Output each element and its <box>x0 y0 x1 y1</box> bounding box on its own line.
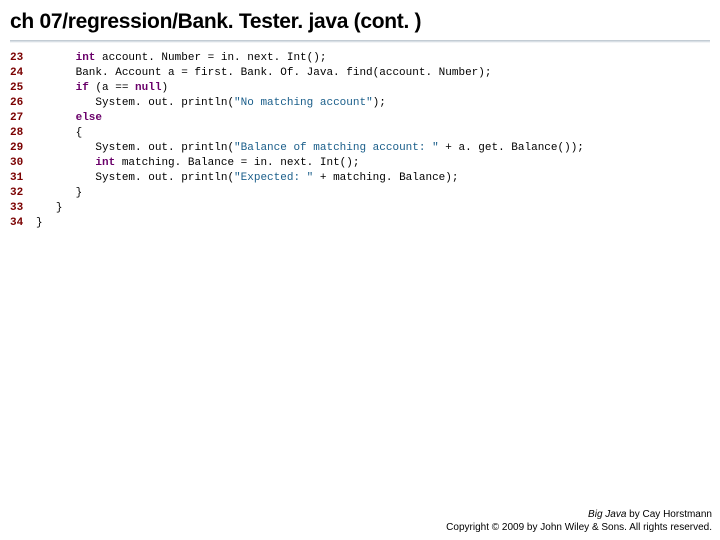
line-number: 34 <box>10 216 36 231</box>
code-line: 26 System. out. println("No matching acc… <box>10 96 710 111</box>
line-number: 26 <box>10 96 36 111</box>
code-text: ); <box>373 97 386 109</box>
keyword: else <box>76 112 102 124</box>
book-title: Big Java <box>588 509 626 520</box>
code-text: matching. Balance = in. next. Int(); <box>115 157 359 169</box>
page-title: ch 07/regression/Bank. Tester. java (con… <box>0 0 720 38</box>
keyword: null <box>135 82 161 94</box>
code-text: } <box>76 187 83 199</box>
string-literal: "Balance of matching account: " <box>234 142 439 154</box>
line-number: 25 <box>10 81 36 96</box>
code-text: (a == <box>89 82 135 94</box>
code-text: + matching. Balance); <box>313 172 458 184</box>
line-number: 31 <box>10 171 36 186</box>
line-number: 27 <box>10 111 36 126</box>
keyword: int <box>76 52 96 64</box>
author: by Cay Horstmann <box>626 509 712 520</box>
code-line: 33 } <box>10 201 710 216</box>
code-line: 24 Bank. Account a = first. Bank. Of. Ja… <box>10 66 710 81</box>
line-number: 29 <box>10 141 36 156</box>
code-line: 30 int matching. Balance = in. next. Int… <box>10 156 710 171</box>
code-line: 23 int account. Number = in. next. Int()… <box>10 51 710 66</box>
code-text: + a. get. Balance()); <box>439 142 584 154</box>
footer: Big Java by Cay Horstmann Copyright © 20… <box>446 508 712 534</box>
line-number: 32 <box>10 186 36 201</box>
code-text: account. Number = in. next. Int(); <box>95 52 326 64</box>
code-text: } <box>56 202 63 214</box>
code-line: 29 System. out. println("Balance of matc… <box>10 141 710 156</box>
line-number: 33 <box>10 201 36 216</box>
string-literal: "Expected: " <box>234 172 313 184</box>
footer-line-2: Copyright © 2009 by John Wiley & Sons. A… <box>446 521 712 534</box>
code-line: 28 { <box>10 126 710 141</box>
code-line: 31 System. out. println("Expected: " + m… <box>10 171 710 186</box>
code-text: Bank. Account a = first. Bank. Of. Java.… <box>76 67 492 79</box>
line-number: 30 <box>10 156 36 171</box>
footer-line-1: Big Java by Cay Horstmann <box>446 508 712 521</box>
code-text: } <box>36 217 43 229</box>
line-number: 28 <box>10 126 36 141</box>
code-text: { <box>76 127 83 139</box>
code-text: System. out. println( <box>95 172 234 184</box>
code-text: System. out. println( <box>95 142 234 154</box>
code-text: System. out. println( <box>95 97 234 109</box>
keyword: int <box>95 157 115 169</box>
code-text: ) <box>161 82 168 94</box>
keyword: if <box>76 82 89 94</box>
line-number: 24 <box>10 66 36 81</box>
code-line: 27 else <box>10 111 710 126</box>
line-number: 23 <box>10 51 36 66</box>
string-literal: "No matching account" <box>234 97 373 109</box>
code-listing: 23 int account. Number = in. next. Int()… <box>0 43 720 231</box>
code-line: 34} <box>10 216 710 231</box>
code-line: 32 } <box>10 186 710 201</box>
code-line: 25 if (a == null) <box>10 81 710 96</box>
